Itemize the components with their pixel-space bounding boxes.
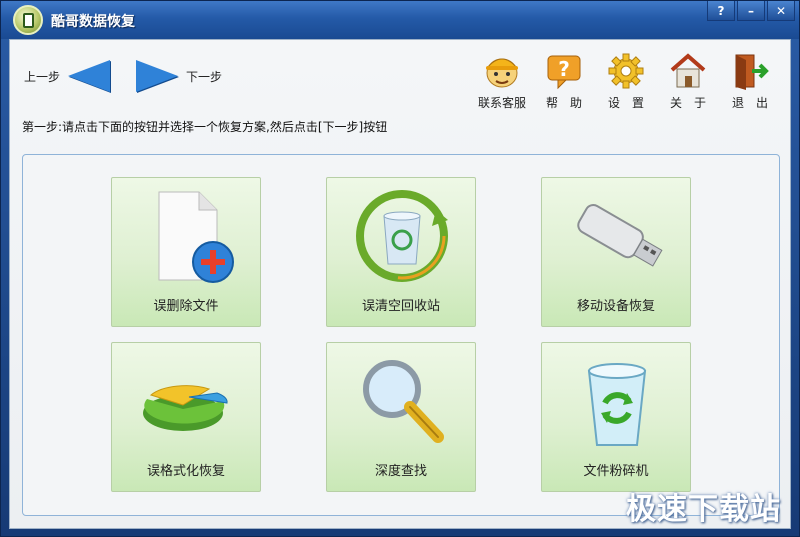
main-client-area: 上一步 下一步 联系客服 ? 帮 助 设 置 关 于 退 出 第一步:请点击下面… [9, 39, 791, 529]
usb-drive-icon [577, 204, 663, 267]
mobile-device-recovery-option[interactable]: 移动设备恢复 [541, 177, 691, 327]
help-window-button[interactable]: ? [707, 1, 735, 21]
deep-search-option[interactable]: 深度查找 [326, 342, 476, 492]
deleted-files-label: 误删除文件 [153, 299, 219, 314]
magnifier-icon [363, 360, 444, 443]
emptied-recycle-bin-label: 误清空回收站 [361, 299, 440, 314]
arrow-right-icon [136, 60, 178, 92]
file-shredder-option[interactable]: 文件粉碎机 [541, 342, 691, 492]
step-instruction: 第一步:请点击下面的按钮并选择一个恢复方案,然后点击[下一步]按钮 [22, 120, 388, 134]
toolbar: 联系客服 ? 帮 助 设 置 关 于 退 出 [478, 52, 774, 111]
app-window: 酷哥数据恢复 ? – ✕ 上一步 下一步 联系客服 ? 帮 助 设 置 关 于 … [0, 0, 800, 537]
recycle-bin-restore-icon [356, 190, 448, 282]
exit-label: 退 出 [731, 96, 768, 110]
next-step-label: 下一步 [186, 69, 223, 84]
contact-support-label: 联系客服 [478, 96, 527, 110]
arrow-left-icon [68, 60, 111, 92]
contact-support-button[interactable]: 联系客服 [478, 52, 526, 111]
about-label: 关 于 [669, 96, 706, 110]
minimize-button[interactable]: – [737, 1, 765, 21]
format-recovery-option[interactable]: 误格式化恢复 [111, 342, 261, 492]
format-recovery-label: 误格式化恢复 [146, 464, 225, 479]
help-button[interactable]: ? 帮 助 [540, 52, 588, 111]
settings-button[interactable]: 设 置 [602, 52, 650, 111]
file-shredder-label: 文件粉碎机 [583, 464, 649, 479]
document-add-icon [158, 191, 234, 283]
mobile-device-recovery-label: 移动设备恢复 [576, 299, 655, 314]
next-step-button[interactable]: 下一步 [136, 60, 222, 92]
support-agent-icon [485, 58, 519, 88]
settings-label: 设 置 [607, 96, 644, 110]
recovery-options-panel: 误删除文件 误清空回收站 移动设备恢复 误格式化恢复 深度查找 文件粉碎机 [22, 154, 780, 516]
house-icon [670, 53, 706, 88]
deleted-files-option[interactable]: 误删除文件 [111, 177, 261, 327]
app-logo-icon [13, 5, 43, 35]
exit-door-icon [735, 54, 769, 90]
title-bar[interactable]: 酷哥数据恢复 ? – ✕ [1, 1, 799, 39]
svg-text:?: ? [558, 57, 570, 81]
site-watermark: 极速下载站 [626, 492, 781, 527]
emptied-recycle-bin-option[interactable]: 误清空回收站 [326, 177, 476, 327]
trash-bin-recycle-icon [587, 363, 647, 446]
prev-step-button[interactable]: 上一步 [24, 60, 111, 92]
deep-search-label: 深度查找 [374, 464, 427, 479]
pie-chart-disk-icon [143, 385, 228, 431]
prev-step-label: 上一步 [24, 69, 61, 84]
window-title: 酷哥数据恢复 [51, 14, 135, 30]
about-button[interactable]: 关 于 [664, 52, 712, 111]
help-question-icon: ? [547, 55, 581, 90]
gear-icon [608, 53, 644, 89]
exit-button[interactable]: 退 出 [726, 52, 774, 111]
help-label: 帮 助 [545, 96, 582, 110]
close-button[interactable]: ✕ [767, 1, 795, 21]
